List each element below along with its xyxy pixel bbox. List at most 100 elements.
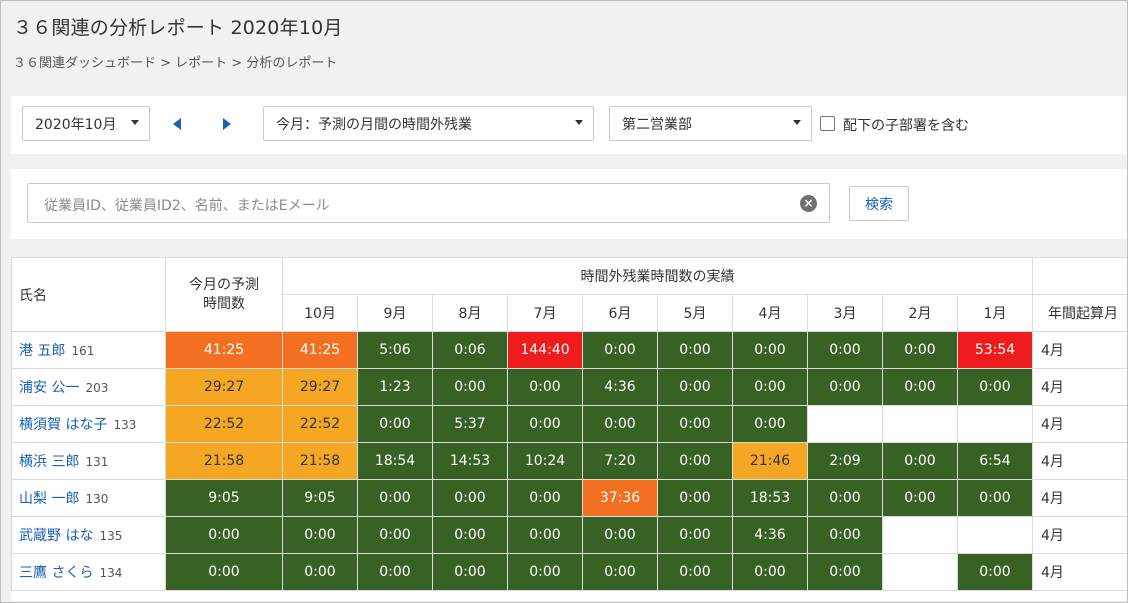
employee-name-link[interactable]: 三鷹 さくら [19,565,93,581]
table-body: 港 五郎 161 41:25 41:25 5:06 0:06 144:40 0:00 0:00 0… [11,331,1127,591]
overtime-hours-cell: 14:53 [432,442,508,480]
table-row: 武蔵野 はな 135 0:00 0:00 0:00 0:00 0:00 0:00 0:00 4:3… [11,516,1127,554]
employee-name-link[interactable]: 横須賀 はな子 [19,417,107,433]
overtime-hours-cell [882,405,958,443]
employee-id: 134 [99,566,123,580]
col-header-month[interactable]: 9月 [357,294,433,332]
col-header-month[interactable]: 1月 [957,294,1033,332]
forecast-hours-cell: 0:00 [165,516,283,554]
overtime-hours-cell: 0:00 [432,479,508,517]
employee-cell: 横浜 三郎 131 [11,442,166,480]
forecast-hours-cell: 9:05 [165,479,283,517]
include-subdepartments-label[interactable]: 配下の子部署を含む [843,115,969,135]
table-row: 横浜 三郎 131 21:58 21:58 18:54 14:53 10:24 7:20 0:0… [11,442,1127,480]
overtime-hours-cell [807,405,883,443]
col-header-month[interactable]: 8月 [432,294,508,332]
employee-name-link[interactable]: 横浜 三郎 [19,454,79,470]
overtime-hours-cell: 0:00 [957,368,1033,406]
overtime-hours-cell: 0:00 [807,368,883,406]
page-title: ３６関連の分析レポート 2020年10月 [13,17,343,39]
overtime-hours-cell: 7:20 [582,442,658,480]
overtime-hours-cell: 41:25 [282,331,358,369]
overtime-hours-cell: 1:23 [357,368,433,406]
overtime-hours-cell: 2:09 [807,442,883,480]
employee-id: 135 [99,529,123,543]
employee-name-link[interactable]: 山梨 一郎 [19,491,79,507]
overtime-hours-cell: 0:00 [807,516,883,554]
employee-cell: 横須賀 はな子 133 [11,405,166,443]
overtime-hours-cell: 0:00 [357,405,433,443]
report-frame: ３６関連の分析レポート 2020年10月 ３６関連ダッシュボード > レポート … [0,0,1128,603]
report-type-select[interactable]: 今月：予測の月間の時間外残業 [263,106,594,141]
overtime-hours-cell: 29:27 [282,368,358,406]
col-header-month[interactable]: 2月 [882,294,958,332]
department-select[interactable]: 第二営業部 [609,106,812,141]
overtime-hours-cell: 0:00 [732,331,808,369]
overtime-hours-cell: 0:00 [657,516,733,554]
chevron-down-icon [575,120,583,125]
col-header-month[interactable]: 6月 [582,294,658,332]
breadcrumb[interactable]: ３６関連ダッシュボード > レポート > 分析のレポート [13,52,337,71]
overtime-hours-cell: 0:00 [807,479,883,517]
fiscal-start-month-cell: 4月 [1032,331,1127,369]
fiscal-start-month-cell: 4月 [1032,405,1127,443]
month-select[interactable]: 2020年10月 [22,106,150,141]
col-header-fiscal[interactable]: 年間起算月 [1032,294,1127,332]
employee-id: 161 [71,344,95,358]
overtime-hours-cell: 0:00 [657,479,733,517]
col-header-month[interactable]: 4月 [732,294,808,332]
overtime-hours-cell: 4:36 [582,368,658,406]
overtime-hours-cell: 0:00 [657,553,733,591]
overtime-hours-cell [957,516,1033,554]
overtime-hours-cell: 0:00 [657,331,733,369]
overtime-hours-cell: 0:00 [657,368,733,406]
fiscal-start-month-cell: 4月 [1032,368,1127,406]
overtime-hours-cell: 5:06 [357,331,433,369]
overtime-hours-cell: 37:36 [582,479,658,517]
overtime-hours-cell [957,405,1033,443]
month-select-value: 2020年10月 [35,116,117,133]
search-input[interactable]: 従業員ID、従業員ID2、名前、またはEメール × [27,183,830,223]
clear-icon[interactable]: × [800,195,817,212]
next-month-icon[interactable] [223,118,231,130]
search-button[interactable]: 検索 [849,186,909,221]
overtime-hours-cell: 9:05 [282,479,358,517]
prev-month-icon[interactable] [173,118,181,130]
employee-name-link[interactable]: 港 五郎 [19,343,65,359]
overtime-table: 氏名 今月の予測 時間数 時間外残業時間数の実績 10月 9月 8月 7月 6月 5月 4月… [11,257,1127,591]
forecast-hours-cell: 22:52 [165,405,283,443]
fiscal-start-month-cell: 4月 [1032,516,1127,554]
employee-id: 133 [113,418,137,432]
overtime-hours-cell: 0:00 [732,368,808,406]
col-header-month[interactable]: 5月 [657,294,733,332]
department-value: 第二営業部 [622,116,692,133]
search-bar: 従業員ID、従業員ID2、名前、またはEメール × 検索 [11,169,1127,239]
employee-name-link[interactable]: 武蔵野 はな [19,528,93,544]
col-header-month[interactable]: 7月 [507,294,583,332]
col-header-name[interactable]: 氏名 [11,257,166,332]
fiscal-start-month-cell: 4月 [1032,479,1127,517]
overtime-hours-cell: 0:00 [507,479,583,517]
fiscal-start-month-cell: 4月 [1032,553,1127,591]
col-header-month[interactable]: 10月 [282,294,358,332]
overtime-hours-cell: 0:00 [282,553,358,591]
overtime-hours-cell: 21:46 [732,442,808,480]
overtime-hours-cell: 0:00 [732,405,808,443]
employee-name-link[interactable]: 浦安 公一 [19,380,79,396]
overtime-table-container: 氏名 今月の予測 時間数 時間外残業時間数の実績 10月 9月 8月 7月 6月 5月 4月… [11,257,1127,601]
overtime-hours-cell: 0:00 [357,553,433,591]
overtime-hours-cell: 5:37 [432,405,508,443]
employee-cell: 港 五郎 161 [11,331,166,369]
include-subdepartments-checkbox[interactable] [820,116,835,131]
overtime-hours-cell: 0:00 [507,553,583,591]
overtime-hours-cell: 21:58 [282,442,358,480]
overtime-hours-cell: 0:00 [882,368,958,406]
overtime-hours-cell: 18:53 [732,479,808,517]
overtime-hours-cell: 0:00 [507,368,583,406]
col-header-forecast[interactable]: 今月の予測 時間数 [165,257,283,332]
overtime-hours-cell: 0:00 [732,553,808,591]
employee-id: 131 [85,455,109,469]
col-header-month[interactable]: 3月 [807,294,883,332]
col-header-actual-group: 時間外残業時間数の実績 [282,257,1033,295]
overtime-hours-cell: 0:00 [657,405,733,443]
